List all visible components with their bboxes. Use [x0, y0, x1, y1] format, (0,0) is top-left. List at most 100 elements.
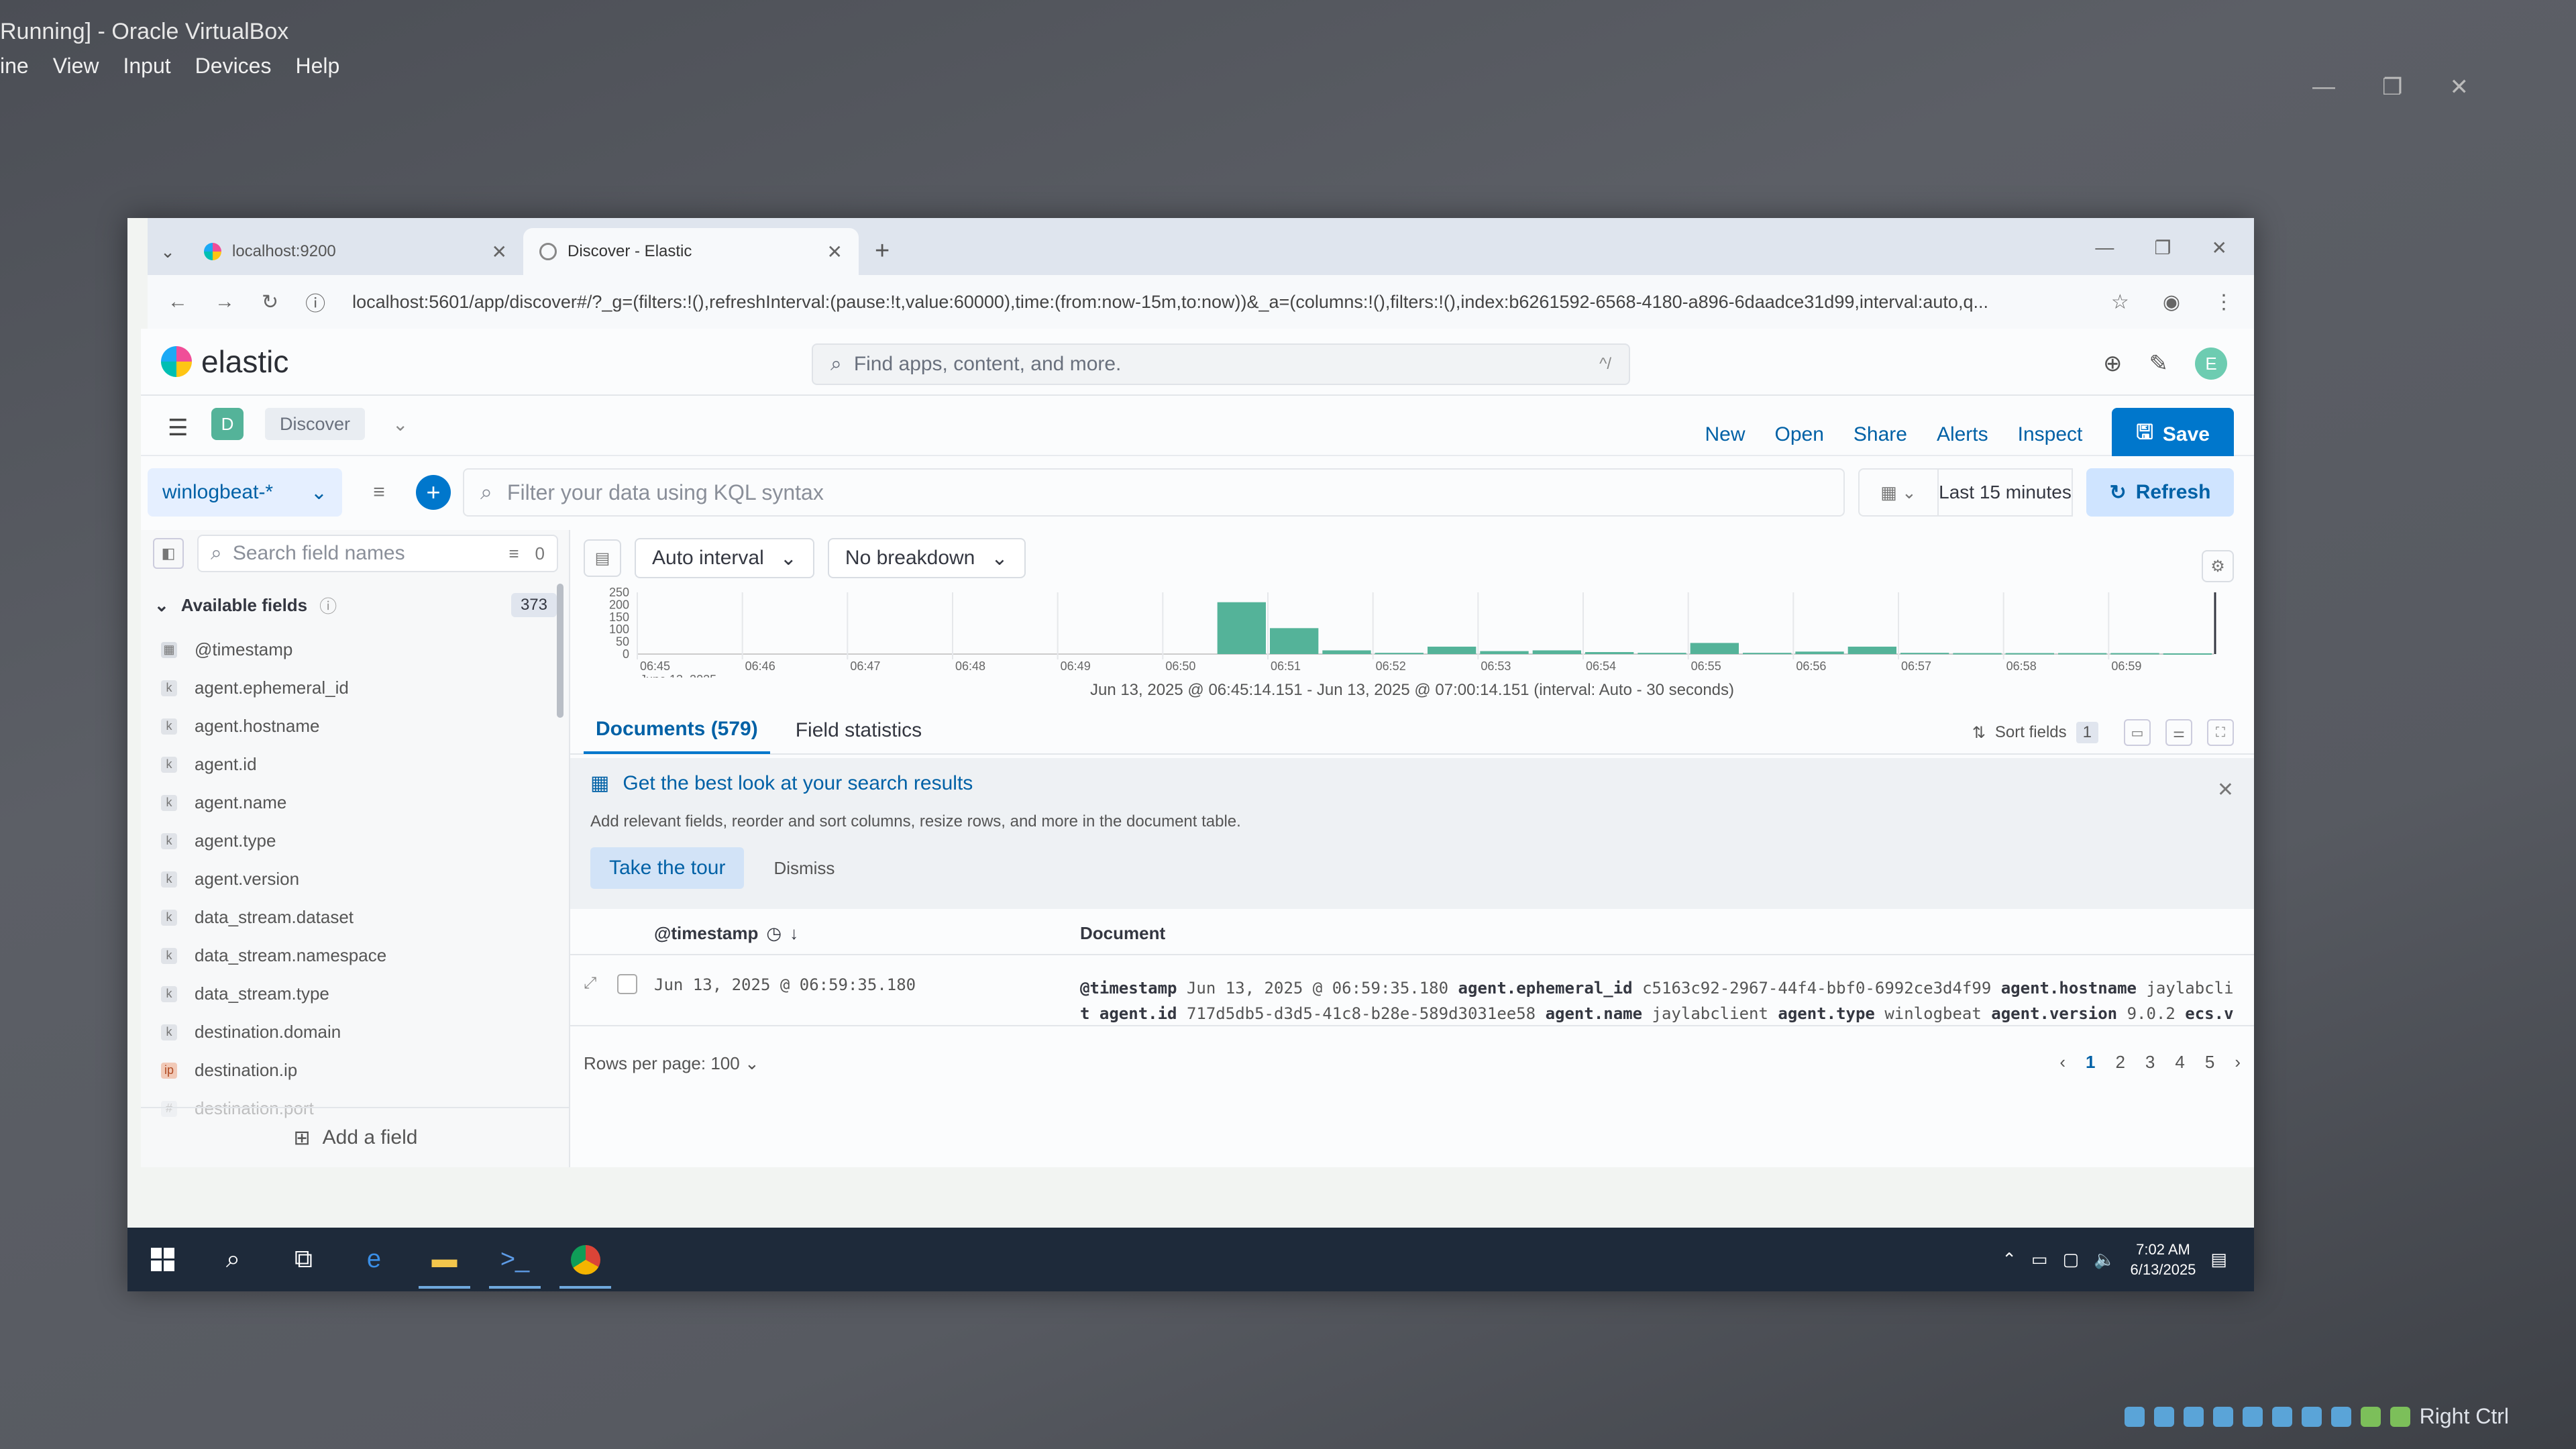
histogram-bar[interactable] [2110, 653, 2159, 655]
filter-menu-icon[interactable]: ≡ [349, 468, 409, 517]
restore-icon[interactable]: ❐ [2154, 237, 2171, 259]
display-settings-icon[interactable]: ⚌ [2165, 719, 2192, 746]
edge-icon[interactable]: e [339, 1228, 409, 1291]
histogram-bar[interactable] [1900, 653, 1949, 655]
kql-search-input[interactable]: ⌕ Filter your data using KQL syntax [463, 468, 1845, 517]
page-link[interactable]: 3 [2145, 1052, 2155, 1073]
user-avatar[interactable]: E [2195, 347, 2227, 380]
powershell-icon[interactable]: >_ [480, 1228, 550, 1291]
add-filter-icon[interactable]: + [416, 475, 451, 510]
tab-field-statistics[interactable]: Field statistics [784, 707, 934, 754]
prev-page-icon[interactable]: ‹ [2059, 1052, 2065, 1073]
shared-folders-icon[interactable] [2271, 1406, 2292, 1427]
restore-icon[interactable]: ❐ [2382, 74, 2402, 101]
task-view-icon[interactable]: ⧉ [268, 1228, 339, 1291]
field-item[interactable]: k data_stream.dataset [161, 898, 550, 936]
breadcrumb-discover[interactable]: Discover [265, 408, 366, 440]
hamburger-menu-icon[interactable]: ☰ [168, 415, 188, 441]
tab-close-icon[interactable]: ✕ [827, 241, 843, 263]
reload-icon[interactable]: ↻ [262, 290, 278, 314]
histogram-bar[interactable] [1375, 653, 1424, 655]
alerts-button[interactable]: Alerts [1937, 423, 1988, 446]
column-header-timestamp[interactable]: @timestamp ◷ ↓ [654, 923, 798, 944]
field-item[interactable]: k agent.type [161, 822, 550, 860]
close-icon[interactable]: ✕ [2217, 778, 2234, 802]
optical-drive-icon[interactable] [2153, 1406, 2174, 1427]
file-explorer-icon[interactable]: ▬ [409, 1228, 480, 1291]
histogram-bar[interactable] [1428, 646, 1477, 654]
sidebar-scrollbar[interactable] [557, 584, 564, 718]
histogram-bar[interactable] [1743, 653, 1792, 655]
field-item[interactable]: k agent.hostname [161, 707, 550, 745]
fullscreen-icon[interactable]: ⛶ [2207, 719, 2234, 746]
menu-machine[interactable]: ine [0, 54, 41, 94]
next-page-icon[interactable]: › [2235, 1052, 2241, 1073]
network-adapter-icon[interactable] [2212, 1406, 2233, 1427]
page-link[interactable]: 5 [2205, 1052, 2214, 1073]
histogram-bar[interactable] [2163, 653, 2212, 655]
histogram-bar[interactable] [1638, 653, 1686, 655]
field-item[interactable]: k data_stream.namespace [161, 936, 550, 975]
field-item[interactable]: k data_stream.type [161, 975, 550, 1013]
page-link[interactable]: 2 [2115, 1052, 2125, 1073]
histogram-bar[interactable] [1847, 646, 1896, 654]
field-item[interactable]: k agent.name [161, 784, 550, 822]
histogram-bar[interactable] [2058, 653, 2107, 655]
chevron-down-icon[interactable]: ⌄ [392, 413, 408, 435]
new-button[interactable]: New [1705, 423, 1745, 446]
chart-settings-icon[interactable]: ⚙ [2202, 550, 2234, 582]
menu-help[interactable]: Help [283, 54, 352, 94]
keyboard-capture-icon[interactable] [2390, 1406, 2410, 1427]
sort-fields-button[interactable]: ⇅ Sort fields 1 [1962, 718, 2109, 747]
calendar-quick-select-icon[interactable]: ▦ ⌄ [1858, 468, 1939, 517]
usb-icon[interactable] [2242, 1406, 2263, 1427]
global-search[interactable]: ⌕ Find apps, content, and more. ^/ [812, 343, 1630, 385]
notifications-icon[interactable]: ▤ [2210, 1249, 2227, 1270]
breakdown-dropdown[interactable]: No breakdown ⌄ [827, 538, 1026, 578]
expand-row-icon[interactable]: ⤢ [584, 974, 596, 993]
field-item[interactable]: k destination.domain [161, 1013, 550, 1051]
space-avatar[interactable]: D [211, 408, 244, 440]
storage-icon[interactable] [2124, 1406, 2145, 1427]
share-button[interactable]: Share [1854, 423, 1907, 446]
cpu-activity-icon[interactable] [2360, 1406, 2381, 1427]
column-header-document[interactable]: Document [1080, 923, 1165, 944]
close-icon[interactable]: ✕ [2450, 74, 2469, 101]
site-info-icon[interactable]: ⓘ [305, 287, 325, 317]
histogram-bar[interactable] [1532, 650, 1581, 654]
bookmark-star-icon[interactable]: ☆ [2111, 290, 2129, 314]
chart-toggle-icon[interactable]: ▤ [584, 539, 621, 577]
inspect-button[interactable]: Inspect [2018, 423, 2083, 446]
table-row[interactable]: ⤢ Jun 13, 2025 @ 06:59:35.180 @timestamp… [570, 959, 2254, 1026]
forward-icon[interactable]: → [215, 290, 235, 313]
filter-icon[interactable]: ≡ [508, 543, 519, 564]
add-field-button[interactable]: ⊞ Add a field [141, 1107, 570, 1167]
field-item[interactable]: k agent.version [161, 860, 550, 898]
display-icon[interactable]: ▢ [2063, 1249, 2080, 1270]
profile-icon[interactable]: ◉ [2163, 290, 2180, 314]
histogram-bar[interactable] [2005, 653, 2054, 655]
chrome-icon[interactable] [550, 1228, 621, 1291]
audio-icon[interactable] [2183, 1406, 2204, 1427]
display-settings-icon[interactable] [2301, 1406, 2322, 1427]
data-view-picker[interactable]: winlogbeat-* ⌄ [148, 468, 342, 517]
tab-documents[interactable]: Documents (579) [584, 707, 770, 754]
histogram-bar[interactable] [1585, 652, 1634, 654]
take-tour-button[interactable]: Take the tour [590, 847, 745, 889]
back-icon[interactable]: ← [168, 290, 188, 313]
field-item[interactable]: k agent.ephemeral_id [161, 669, 550, 707]
date-range-button[interactable]: Last 15 minutes [1939, 468, 2073, 517]
news-icon[interactable]: ✎ [2149, 350, 2169, 377]
minimize-icon[interactable]: — [2312, 74, 2335, 101]
histogram-bar[interactable] [1270, 628, 1319, 654]
browser-tab-discover[interactable]: Discover - Elastic ✕ [523, 228, 859, 275]
field-item[interactable]: k agent.id [161, 745, 550, 784]
dismiss-button[interactable]: Dismiss [757, 849, 851, 888]
network-icon[interactable]: ▭ [2031, 1249, 2048, 1270]
menu-input[interactable]: Input [111, 54, 182, 94]
histogram-bar[interactable] [1690, 643, 1739, 654]
url-field[interactable]: localhost:5601/app/discover#/?_g=(filter… [352, 292, 2084, 313]
field-item[interactable]: ip destination.ip [161, 1051, 550, 1089]
histogram-bar[interactable] [1322, 650, 1371, 654]
collapse-sidebar-icon[interactable]: ◧ [153, 538, 184, 569]
